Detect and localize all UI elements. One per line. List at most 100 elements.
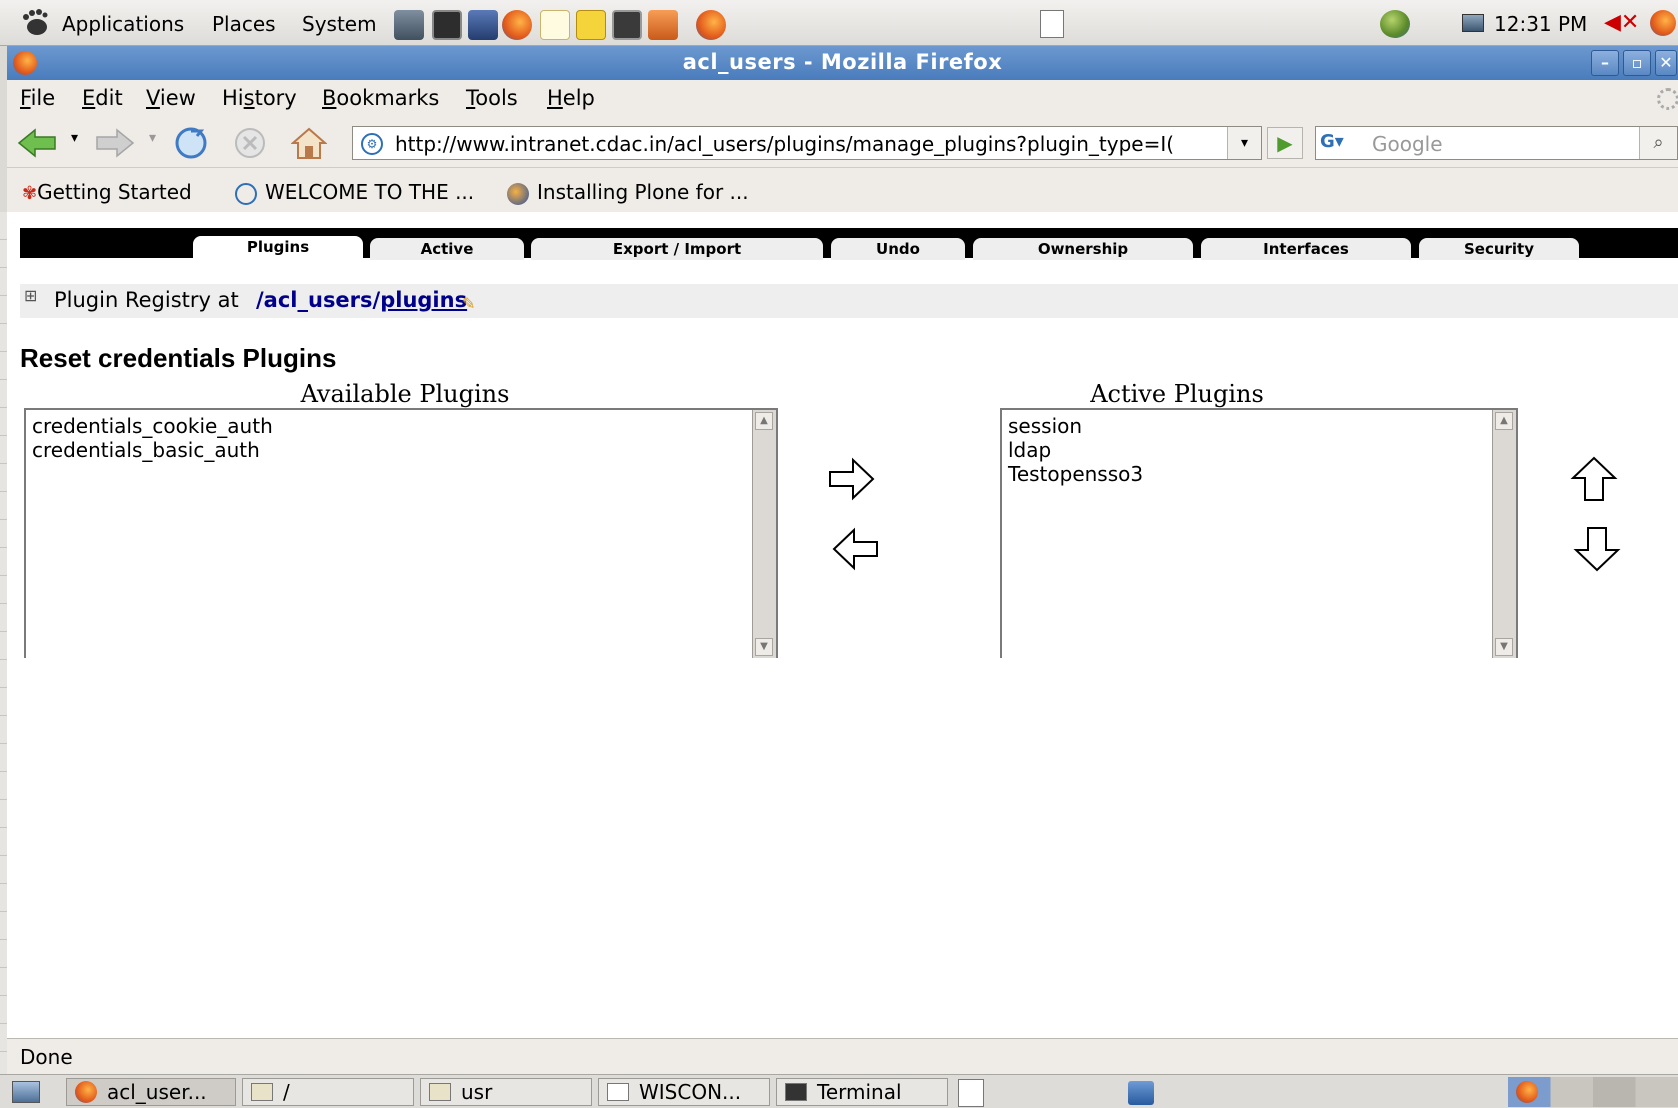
- search-box[interactable]: G▾ Google ⌕: [1315, 126, 1678, 160]
- task-label: acl_user...: [107, 1080, 207, 1104]
- scroll-up-icon[interactable]: ▲: [1495, 412, 1513, 430]
- task-usr-folder[interactable]: usr: [420, 1078, 592, 1106]
- page-content: Plugins Active Export / Import Undo Owne…: [7, 212, 1678, 1038]
- search-icon[interactable]: ⌕: [1639, 127, 1677, 159]
- bookmark-welcome[interactable]: WELCOME TO THE ...: [235, 180, 474, 205]
- menu-help[interactable]: Help: [547, 86, 595, 110]
- list-option[interactable]: ldap: [1002, 438, 1516, 462]
- tab-export-import[interactable]: Export / Import: [531, 238, 823, 260]
- bookmark-getting-started[interactable]: ✾Getting Started: [22, 180, 192, 204]
- notes-applet-icon[interactable]: [1040, 10, 1064, 38]
- back-arrow-icon[interactable]: [17, 128, 57, 158]
- places-menu[interactable]: Places: [212, 12, 276, 36]
- active-plugins-list[interactable]: session ldap Testopensso3 ▲ ▼: [1000, 408, 1518, 658]
- list-option[interactable]: credentials_basic_auth: [26, 438, 776, 462]
- scroll-down-icon[interactable]: ▼: [755, 638, 773, 656]
- scroll-down-icon[interactable]: ▼: [1495, 638, 1513, 656]
- bookmarks-toolbar: ✾Getting Started WELCOME TO THE ... Inst…: [7, 168, 1678, 212]
- getting-started-icon: ✾: [22, 183, 38, 204]
- network-launcher-icon[interactable]: [394, 10, 424, 40]
- workspace-switcher[interactable]: [1508, 1077, 1678, 1107]
- clock[interactable]: 12:31 PM: [1494, 12, 1587, 36]
- text-editor-launcher-icon[interactable]: [540, 10, 570, 40]
- volume-muted-icon[interactable]: ◀✕: [1604, 10, 1639, 35]
- network-status-icon[interactable]: [1380, 10, 1410, 38]
- task-terminal[interactable]: Terminal: [776, 1078, 948, 1106]
- tab-active[interactable]: Active: [370, 238, 524, 260]
- url-input[interactable]: http://www.intranet.cdac.in/acl_users/pl…: [395, 132, 1215, 156]
- console-launcher-icon[interactable]: [612, 10, 642, 40]
- plugins-link[interactable]: plugins: [380, 288, 467, 312]
- notes-launcher-icon[interactable]: [576, 10, 606, 40]
- left-edge-ruler: [0, 212, 7, 1074]
- task-label: /: [283, 1080, 290, 1104]
- navigation-toolbar: ▾ ▾ ⚙ http://www.intranet.cdac.in/acl_us…: [7, 118, 1678, 168]
- bookmark-installing-plone[interactable]: Installing Plone for ...: [507, 180, 749, 205]
- tab-plugins[interactable]: Plugins: [193, 236, 363, 260]
- window-launcher-icon[interactable]: [468, 10, 498, 40]
- close-button[interactable]: ✕: [1655, 50, 1677, 76]
- menu-edit[interactable]: Edit: [82, 86, 123, 110]
- battery-icon[interactable]: [1462, 14, 1484, 32]
- site-identity-icon: [235, 182, 257, 205]
- maximize-button[interactable]: ▫: [1623, 50, 1651, 76]
- zmi-tab-strip: Plugins Active Export / Import Undo Owne…: [20, 228, 1678, 260]
- minimize-button[interactable]: –: [1591, 50, 1619, 76]
- gnome-foot-icon[interactable]: [20, 9, 50, 37]
- system-menu[interactable]: System: [302, 12, 377, 36]
- url-history-dropdown-icon[interactable]: ▾: [1227, 127, 1261, 159]
- firefox-launcher-icon[interactable]: [696, 10, 726, 40]
- tab-interfaces[interactable]: Interfaces: [1201, 238, 1411, 260]
- workspace-icon[interactable]: [1128, 1081, 1154, 1105]
- menu-view[interactable]: View: [146, 86, 196, 110]
- task-label: usr: [461, 1080, 493, 1104]
- firefox-launcher-icon[interactable]: [502, 10, 532, 40]
- back-history-dropdown-icon[interactable]: ▾: [71, 130, 78, 146]
- reload-icon[interactable]: [173, 126, 209, 160]
- firefox-tray-icon[interactable]: [1650, 10, 1676, 36]
- list-option[interactable]: credentials_cookie_auth: [26, 414, 776, 438]
- tab-ownership[interactable]: Ownership: [973, 238, 1193, 260]
- site-identity-icon[interactable]: ⚙: [361, 133, 383, 155]
- forward-history-dropdown-icon[interactable]: ▾: [149, 130, 156, 146]
- home-icon[interactable]: [291, 126, 327, 160]
- google-engine-icon[interactable]: G▾: [1320, 131, 1362, 155]
- list-option[interactable]: Testopensso3: [1002, 462, 1516, 486]
- go-button[interactable]: ▶: [1267, 127, 1303, 159]
- task-firefox[interactable]: acl_user...: [66, 1078, 236, 1106]
- task-root-folder[interactable]: /: [242, 1078, 414, 1106]
- menu-file[interactable]: File: [20, 86, 55, 110]
- task-wiscon[interactable]: WISCON...: [598, 1078, 770, 1106]
- status-text: Done: [20, 1045, 73, 1069]
- show-desktop-icon[interactable]: [12, 1081, 40, 1103]
- tab-undo[interactable]: Undo: [831, 238, 965, 260]
- menu-bookmarks[interactable]: Bookmarks: [322, 86, 439, 110]
- package-launcher-icon[interactable]: [648, 10, 678, 40]
- active-scrollbar[interactable]: ▲ ▼: [1492, 410, 1516, 658]
- edit-pencil-icon[interactable]: ✎: [462, 294, 475, 313]
- menu-history[interactable]: History: [222, 86, 297, 110]
- list-option[interactable]: session: [1002, 414, 1516, 438]
- available-scrollbar[interactable]: ▲ ▼: [752, 410, 776, 658]
- menu-accel: H: [547, 86, 563, 110]
- move-up-arrow-icon[interactable]: [1569, 456, 1619, 502]
- scroll-up-icon[interactable]: ▲: [755, 412, 773, 430]
- available-plugins-list[interactable]: credentials_cookie_auth credentials_basic…: [24, 408, 778, 658]
- menu-accel: T: [466, 86, 476, 110]
- applications-menu[interactable]: Applications: [62, 12, 184, 36]
- forward-arrow-icon[interactable]: [95, 128, 135, 158]
- stop-icon[interactable]: [233, 127, 267, 159]
- window-titlebar[interactable]: acl_users - Mozilla Firefox – ▫ ✕: [7, 46, 1678, 80]
- url-bar[interactable]: ⚙ http://www.intranet.cdac.in/acl_users/…: [352, 126, 1262, 160]
- bookmark-label: Getting Started: [37, 180, 192, 204]
- terminal-launcher-icon[interactable]: [432, 10, 462, 40]
- menu-tools[interactable]: Tools: [466, 86, 518, 110]
- search-input[interactable]: Google: [1372, 132, 1443, 156]
- tab-security[interactable]: Security: [1419, 238, 1579, 260]
- notes-tray-icon[interactable]: [958, 1079, 984, 1107]
- move-left-arrow-icon[interactable]: [830, 526, 880, 572]
- move-right-arrow-icon[interactable]: [827, 456, 877, 502]
- firefox-icon: [75, 1081, 97, 1103]
- move-down-arrow-icon[interactable]: [1572, 526, 1622, 572]
- registry-path-link[interactable]: /acl_users/: [256, 288, 380, 312]
